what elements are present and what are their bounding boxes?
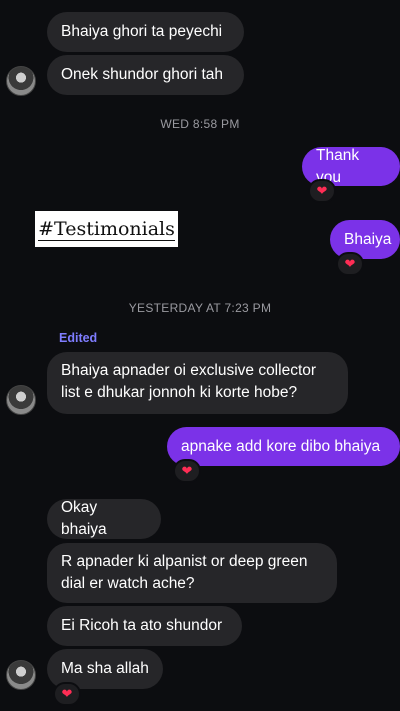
message-bubble-incoming[interactable]: Bhaiya apnader oi exclusive collector li… <box>47 352 348 414</box>
edited-label: Edited <box>59 331 98 345</box>
message-bubble-outgoing[interactable]: apnake add kore dibo bhaiya <box>167 427 400 466</box>
heart-icon: ❤ <box>316 183 328 198</box>
avatar[interactable] <box>6 66 36 96</box>
message-text: Okay bhaiya <box>61 499 107 538</box>
message-bubble-incoming[interactable]: R apnader ki alpanist or deep green dial… <box>47 543 337 603</box>
heart-reaction[interactable]: ❤ <box>336 252 364 276</box>
heart-reaction[interactable]: ❤ <box>173 459 201 483</box>
message-text: Ma sha allah <box>61 660 149 677</box>
message-bubble-incoming[interactable]: Ei Ricoh ta ato shundor <box>47 606 242 646</box>
message-bubble-incoming[interactable]: Okay bhaiya <box>47 499 161 539</box>
message-text: Bhaiya apnader oi exclusive collector li… <box>61 362 317 401</box>
message-bubble-incoming[interactable]: Onek shundor ghori tah <box>47 55 244 95</box>
message-bubble-incoming[interactable]: Bhaiya ghori ta peyechi <box>47 12 244 52</box>
heart-icon: ❤ <box>61 686 73 701</box>
avatar[interactable] <box>6 660 36 690</box>
heart-icon: ❤ <box>344 256 356 271</box>
avatar[interactable] <box>6 385 36 415</box>
heart-reaction[interactable]: ❤ <box>53 682 81 706</box>
timestamp: WED 8:58 PM <box>160 117 240 131</box>
message-text: Onek shundor ghori tah <box>61 66 223 83</box>
overlay-text: #Testimonials <box>38 217 175 241</box>
message-text: Bhaiya <box>344 230 392 248</box>
message-text: Ei Ricoh ta ato shundor <box>61 617 223 634</box>
timestamp: YESTERDAY AT 7:23 PM <box>128 301 272 315</box>
heart-icon: ❤ <box>181 463 193 478</box>
heart-reaction[interactable]: ❤ <box>308 179 336 203</box>
message-text: apnake add kore dibo bhaiya <box>181 437 381 455</box>
message-text: Bhaiya ghori ta peyechi <box>61 23 223 40</box>
message-text: R apnader ki alpanist or deep green dial… <box>61 553 308 592</box>
testimonials-overlay: #Testimonials <box>35 211 178 247</box>
